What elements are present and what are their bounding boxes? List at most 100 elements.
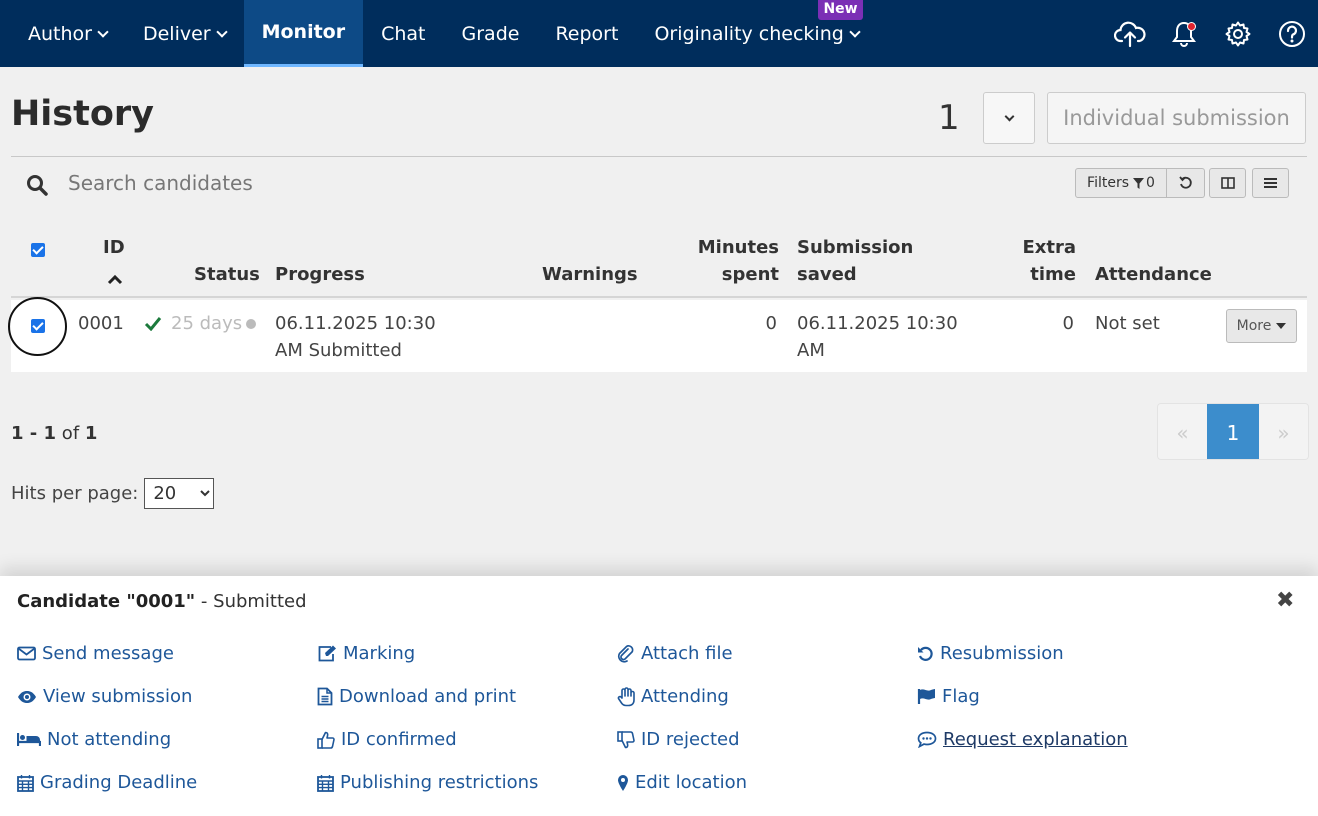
range-total: 1 bbox=[84, 423, 98, 444]
help-icon[interactable] bbox=[1276, 18, 1308, 50]
calendar-icon bbox=[317, 774, 334, 792]
menu-button[interactable] bbox=[1252, 168, 1289, 198]
menu-group bbox=[1252, 168, 1289, 198]
filters-button[interactable]: Filters 0 bbox=[1075, 168, 1167, 198]
action-download-and-print[interactable]: Download and print bbox=[317, 686, 516, 707]
action-request-explanation[interactable]: Request explanation bbox=[917, 729, 1128, 750]
columns-button[interactable] bbox=[1209, 168, 1246, 198]
nav-grade-label: Grade bbox=[461, 22, 520, 45]
file-icon bbox=[317, 687, 333, 706]
col-progress[interactable]: Progress bbox=[275, 261, 365, 288]
columns-group bbox=[1209, 168, 1246, 198]
thumbs-up-icon bbox=[317, 731, 335, 749]
sort-ascending-icon[interactable] bbox=[107, 270, 123, 289]
action-view-submission[interactable]: View submission bbox=[17, 686, 192, 707]
action-publishing-restrictions[interactable]: Publishing restrictions bbox=[317, 772, 538, 793]
action-label: Edit location bbox=[635, 772, 747, 793]
new-badge: New bbox=[818, 0, 863, 20]
bed-icon bbox=[17, 733, 41, 746]
row-checkbox[interactable] bbox=[31, 319, 45, 333]
action-label: Not attending bbox=[47, 729, 172, 750]
flag-icon bbox=[917, 689, 935, 704]
more-button[interactable]: More bbox=[1226, 309, 1297, 343]
action-label: Attending bbox=[641, 686, 729, 707]
envelope-icon bbox=[17, 646, 36, 661]
action-id-rejected[interactable]: ID rejected bbox=[617, 729, 740, 750]
close-icon[interactable]: ✖ bbox=[1276, 588, 1294, 613]
action-attach-file[interactable]: Attach file bbox=[617, 643, 733, 664]
col-id[interactable]: ID bbox=[103, 234, 125, 261]
nav-right-icons bbox=[1114, 0, 1308, 67]
action-label: Request explanation bbox=[943, 729, 1128, 750]
paperclip-icon bbox=[617, 644, 634, 663]
upload-icon[interactable] bbox=[1114, 18, 1146, 50]
divider bbox=[11, 156, 1307, 157]
checkmark-icon bbox=[144, 317, 162, 331]
action-flag[interactable]: Flag bbox=[917, 686, 980, 707]
nav-monitor-label: Monitor bbox=[261, 21, 346, 43]
nav-grade[interactable]: Grade bbox=[444, 0, 538, 67]
reset-filters-button[interactable] bbox=[1167, 168, 1205, 198]
nav-chat-label: Chat bbox=[381, 22, 426, 45]
col-extra-time[interactable]: Extra time bbox=[1022, 234, 1076, 288]
next-page-button[interactable]: » bbox=[1259, 404, 1308, 459]
action-not-attending[interactable]: Not attending bbox=[17, 729, 171, 750]
eye-icon bbox=[18, 690, 36, 703]
status-time: 25 days bbox=[171, 313, 243, 334]
individual-submission-button[interactable]: Individual submission bbox=[1047, 92, 1306, 144]
hand-icon bbox=[617, 686, 635, 706]
action-attending[interactable]: Attending bbox=[617, 686, 729, 707]
nav-originality-label: Originality checking bbox=[654, 22, 844, 45]
col-warnings[interactable]: Warnings bbox=[542, 261, 638, 288]
row-status: 25 days bbox=[144, 310, 257, 337]
filter-icon bbox=[1133, 177, 1145, 189]
edit-icon bbox=[318, 645, 336, 662]
hits-per-page-select[interactable]: 20 bbox=[144, 478, 215, 509]
col-minutes-spent[interactable]: Minutes spent bbox=[698, 234, 779, 288]
row-progress-line1: 06.11.2025 10:30 bbox=[275, 313, 436, 334]
range-separator: - bbox=[23, 423, 44, 444]
prev-page-button[interactable]: « bbox=[1158, 404, 1207, 459]
top-navigation: Author Deliver Monitor Chat Grade Report… bbox=[0, 0, 1318, 67]
gear-icon[interactable] bbox=[1222, 18, 1254, 50]
row-submission-saved: 06.11.2025 10:30 AM bbox=[797, 310, 958, 364]
chevron-down-icon bbox=[97, 25, 109, 38]
action-edit-location[interactable]: Edit location bbox=[617, 772, 747, 793]
caret-down-icon bbox=[1276, 323, 1287, 329]
col-attendance[interactable]: Attendance bbox=[1095, 261, 1212, 288]
undo-icon bbox=[918, 646, 933, 661]
history-count: 1 bbox=[938, 98, 960, 138]
history-dropdown-button[interactable] bbox=[983, 92, 1035, 144]
table-header: ID Status Progress Warnings Minutes spen… bbox=[11, 224, 1307, 298]
select-all-checkbox[interactable] bbox=[31, 243, 45, 257]
filters-count: 0 bbox=[1146, 175, 1155, 191]
page-title: History bbox=[11, 94, 154, 134]
action-marking[interactable]: Marking bbox=[317, 643, 415, 664]
col-status[interactable]: Status bbox=[194, 261, 260, 288]
action-send-message[interactable]: Send message bbox=[17, 643, 174, 664]
nav-originality-checking[interactable]: Originality checking New bbox=[636, 0, 876, 67]
table-row[interactable]: 0001 25 days 06.11.2025 10:30 AM Submitt… bbox=[8, 297, 1307, 372]
hits-label: Hits per page: bbox=[11, 483, 139, 504]
action-label: Send message bbox=[42, 643, 174, 664]
pagination: « 1 » bbox=[1157, 403, 1309, 460]
row-extra-time: 0 bbox=[1062, 313, 1074, 334]
nav-author[interactable]: Author bbox=[0, 0, 125, 67]
nav-report[interactable]: Report bbox=[537, 0, 636, 67]
col-submission-saved[interactable]: Submission saved bbox=[797, 234, 913, 288]
bell-icon[interactable] bbox=[1168, 18, 1200, 50]
thumbs-down-icon bbox=[617, 730, 635, 748]
row-id: 0001 bbox=[78, 313, 124, 334]
nav-deliver[interactable]: Deliver bbox=[125, 0, 244, 67]
nav-monitor[interactable]: Monitor bbox=[243, 0, 364, 67]
action-resubmission[interactable]: Resubmission bbox=[917, 643, 1064, 664]
search-input[interactable] bbox=[68, 166, 668, 200]
action-label: ID rejected bbox=[641, 729, 740, 750]
row-attendance: Not set bbox=[1095, 313, 1160, 334]
nav-chat[interactable]: Chat bbox=[363, 0, 443, 67]
chevron-down-icon bbox=[1004, 111, 1014, 122]
action-grading-deadline[interactable]: Grading Deadline bbox=[17, 772, 197, 793]
col-extra-line2: time bbox=[1030, 264, 1076, 285]
page-button-1[interactable]: 1 bbox=[1207, 404, 1259, 459]
action-id-confirmed[interactable]: ID confirmed bbox=[317, 729, 457, 750]
